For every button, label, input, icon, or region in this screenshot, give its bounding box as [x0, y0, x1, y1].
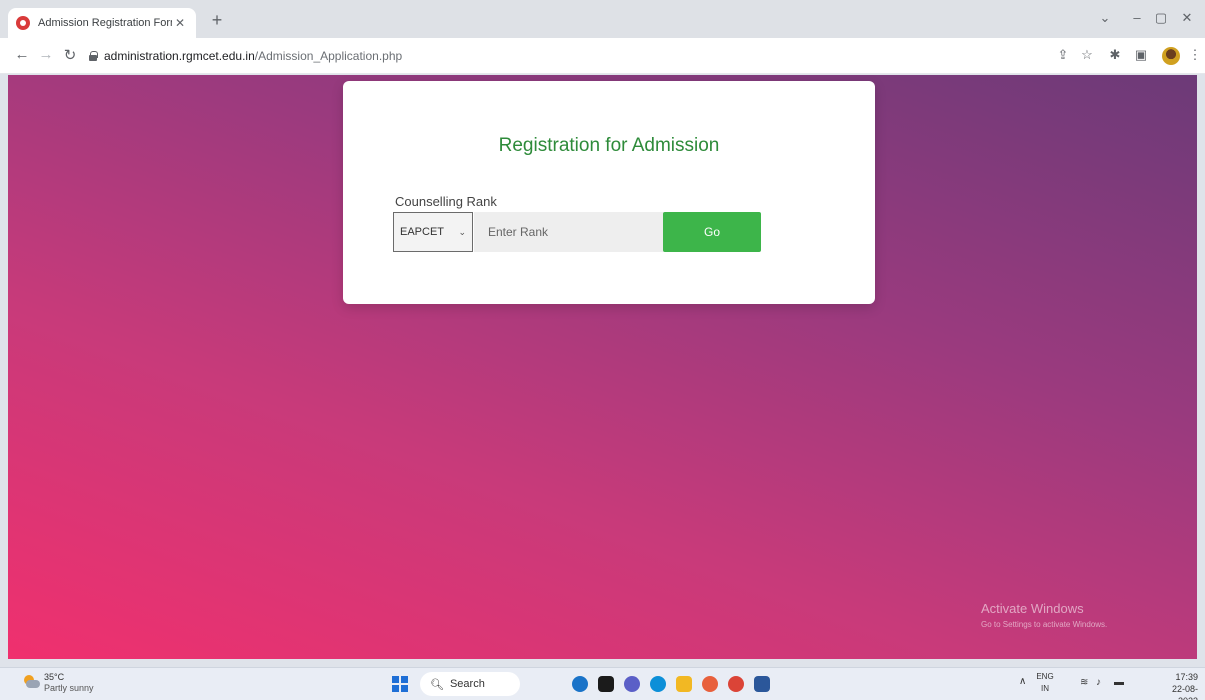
weather-temperature[interactable]: 35°C	[44, 672, 64, 682]
counselling-rank-label: Counselling Rank	[395, 194, 497, 209]
url-path: /Admission_Application.php	[254, 49, 403, 63]
chrome-icon[interactable]	[728, 676, 744, 692]
profile-avatar[interactable]	[1162, 47, 1180, 65]
wifi-icon[interactable]: ≋	[1080, 677, 1088, 688]
activate-windows-watermark: Activate Windows Go to Settings to activ…	[981, 601, 1107, 629]
clock-time: 17:39	[1175, 672, 1198, 682]
site-logo-icon	[16, 16, 30, 30]
firefox-icon[interactable]	[702, 676, 718, 692]
file-manager-icon[interactable]	[598, 676, 614, 692]
clock-date: 22-08-2023	[1171, 684, 1198, 700]
taskbar: 35°C Partly sunny 🔍︎ Search ∧ ENG IN ≋ ♪…	[0, 667, 1205, 700]
share-icon[interactable]: ⇪	[1054, 47, 1072, 63]
tray-chevron-up-icon[interactable]: ∧	[1019, 676, 1026, 687]
browser-toolbar: ← → ↻ administration.rgmcet.edu.in /Admi…	[0, 38, 1205, 74]
exam-type-select[interactable]: EAPCET ⌄	[393, 212, 473, 252]
tab-close-icon[interactable]: ✕	[172, 16, 188, 30]
page-viewport: Registration for Admission Counselling R…	[8, 75, 1197, 659]
new-tab-icon[interactable]: +	[206, 10, 228, 31]
browser-tab-strip: Admission Registration Form ✕ + ⌄ – ▢ ✕	[0, 0, 1205, 38]
tab-search-icon[interactable]: ⌄	[1094, 10, 1116, 26]
lock-icon[interactable]	[88, 51, 98, 61]
word-icon[interactable]	[754, 676, 770, 692]
go-button[interactable]: Go	[663, 212, 761, 252]
reload-icon[interactable]: ↻	[60, 46, 80, 64]
address-bar[interactable]: administration.rgmcet.edu.in /Admission_…	[88, 44, 1088, 68]
start-icon[interactable]	[392, 676, 408, 692]
battery-icon[interactable]: ▬	[1114, 677, 1124, 688]
search-icon: 🔍︎	[430, 678, 444, 691]
watermark-title: Activate Windows	[981, 601, 1084, 616]
minimize-icon[interactable]: –	[1126, 10, 1148, 25]
registration-card: Registration for Admission Counselling R…	[343, 81, 875, 304]
chat-icon[interactable]	[624, 676, 640, 692]
url-host: administration.rgmcet.edu.in	[104, 49, 255, 63]
rank-input[interactable]	[474, 212, 664, 252]
language-indicator[interactable]: ENG IN	[1033, 671, 1057, 695]
copilot-icon[interactable]	[572, 676, 588, 692]
region-code: IN	[1041, 684, 1049, 693]
side-panel-icon[interactable]: ▣	[1132, 47, 1150, 63]
extensions-icon[interactable]: ✱	[1106, 47, 1124, 63]
volume-icon[interactable]: ♪	[1096, 677, 1101, 688]
bookmark-star-icon[interactable]: ☆	[1078, 47, 1096, 63]
chevron-down-icon: ⌄	[458, 226, 466, 237]
back-icon[interactable]: ←	[12, 46, 32, 63]
watermark-subtitle: Go to Settings to activate Windows.	[981, 620, 1108, 629]
weather-description[interactable]: Partly sunny	[44, 683, 94, 693]
close-window-icon[interactable]: ✕	[1176, 10, 1198, 26]
language-code: ENG	[1036, 672, 1054, 681]
maximize-icon[interactable]: ▢	[1150, 10, 1172, 26]
edge-icon[interactable]	[650, 676, 666, 692]
exam-type-value: EAPCET	[400, 226, 445, 238]
page-title: Registration for Admission	[498, 135, 720, 156]
forward-icon[interactable]: →	[36, 46, 56, 63]
weather-icon[interactable]	[22, 675, 40, 689]
folder-icon[interactable]	[676, 676, 692, 692]
browser-tab[interactable]: Admission Registration Form ✕	[8, 8, 196, 38]
menu-kebab-icon[interactable]: ⋮	[1186, 47, 1204, 63]
taskbar-search[interactable]: 🔍︎ Search	[420, 672, 520, 696]
search-label: Search	[449, 678, 485, 690]
clock[interactable]: 17:39 22-08-2023	[1158, 671, 1198, 700]
tab-title: Admission Registration Form	[38, 17, 172, 29]
